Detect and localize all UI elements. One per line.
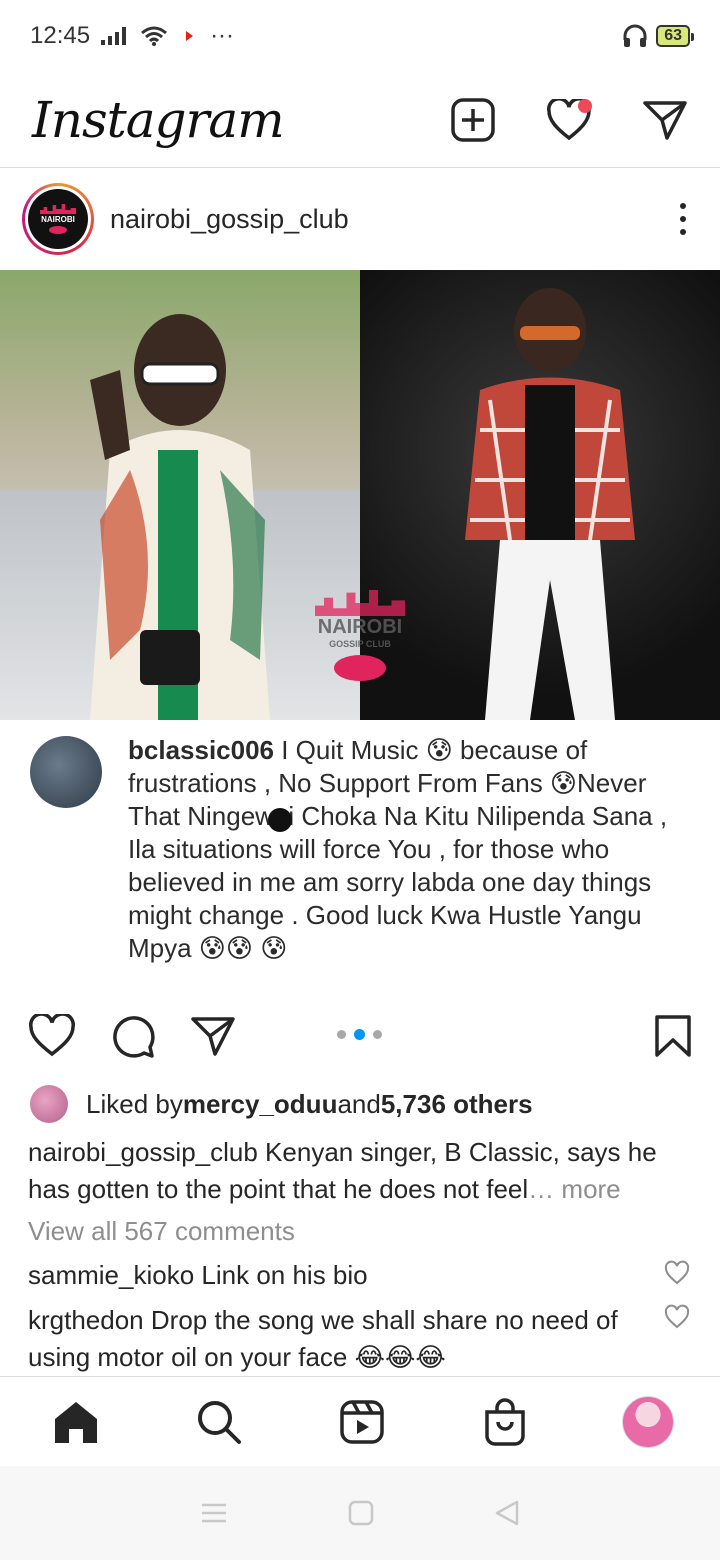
- back-icon[interactable]: [494, 1499, 520, 1527]
- menu-icon[interactable]: [200, 1501, 228, 1525]
- save-icon[interactable]: [654, 1014, 692, 1058]
- post-caption: nairobi_gossip_club Kenyan singer, B Cla…: [28, 1134, 698, 1208]
- watermark-subtitle: GOSSIP CLUB: [329, 639, 391, 649]
- status-bar: 12:45 ··· 63: [0, 0, 720, 72]
- reels-icon: [340, 1399, 384, 1444]
- battery-indicator: 63: [656, 25, 694, 47]
- post-author-avatar[interactable]: NAIROBI: [22, 183, 94, 255]
- comment-text: Link on his bio: [194, 1260, 368, 1290]
- photo-left-bclassic: [0, 270, 360, 720]
- new-post-icon: [451, 97, 495, 142]
- bottom-navigation: [0, 1376, 720, 1466]
- activity-button[interactable]: [546, 97, 592, 143]
- share-icon[interactable]: [190, 1015, 236, 1057]
- direct-message-icon: [643, 100, 687, 140]
- system-navigation-bar: [0, 1466, 720, 1560]
- comment-username[interactable]: krgthedon: [28, 1305, 144, 1335]
- watermark-title: NAIROBI: [317, 616, 403, 638]
- profile-avatar: [622, 1395, 674, 1448]
- quoted-body: I Quit Music 😰 because of frustrations ,…: [128, 735, 668, 963]
- liker-username[interactable]: mercy_oduu: [183, 1089, 338, 1120]
- likes-and: and: [337, 1088, 381, 1119]
- new-post-button[interactable]: [450, 97, 496, 143]
- notification-dot: [578, 98, 592, 113]
- caption-username[interactable]: nairobi_gossip_club: [28, 1137, 258, 1167]
- comment-icon[interactable]: [110, 1013, 156, 1059]
- signal-icon: [101, 27, 127, 45]
- post-more-options-button[interactable]: [668, 194, 698, 244]
- nav-home[interactable]: [48, 1394, 104, 1450]
- nav-shop[interactable]: [477, 1394, 533, 1450]
- post-image[interactable]: NAIROBI GOSSIP CLUB: [0, 270, 720, 720]
- likes-summary[interactable]: Liked by mercy_oduu and 5,736 others: [30, 1084, 533, 1124]
- status-time: 12:45: [30, 22, 91, 49]
- comment-like-icon[interactable]: [664, 1304, 690, 1330]
- quoted-username: bclassic006: [128, 735, 275, 765]
- carousel-indicator: [337, 1029, 382, 1040]
- post-header: NAIROBI nairobi_gossip_club: [0, 168, 720, 270]
- nav-reels[interactable]: [334, 1394, 390, 1450]
- watermark-logo: NAIROBI GOSSIP CLUB: [310, 590, 410, 690]
- touch-indicator: [268, 808, 292, 832]
- liker-avatar: [30, 1085, 68, 1123]
- likes-prefix: Liked by: [86, 1088, 183, 1119]
- quoted-text: bclassic006 I Quit Music 😰 because of fr…: [128, 734, 668, 990]
- caption-ellipsis: …: [528, 1174, 562, 1204]
- youtube-notification-icon: [178, 28, 201, 44]
- comment-item: sammie_kioko Link on his bio: [28, 1257, 648, 1294]
- likes-count[interactable]: 5,736 others: [381, 1089, 533, 1120]
- carousel-dot-active: [354, 1029, 365, 1040]
- view-all-comments-link[interactable]: View all 567 comments: [28, 1216, 295, 1247]
- quoted-user-avatar: [30, 736, 102, 808]
- direct-message-button[interactable]: [642, 97, 688, 143]
- app-header: Instagram: [0, 72, 720, 168]
- search-icon: [198, 1400, 241, 1444]
- carousel-dot: [373, 1030, 382, 1039]
- quoted-post[interactable]: bclassic006 I Quit Music 😰 because of fr…: [0, 720, 720, 990]
- headphones-icon: [623, 24, 647, 47]
- caption-more-link[interactable]: more: [561, 1174, 620, 1204]
- carousel-dot: [337, 1030, 346, 1039]
- post-username[interactable]: nairobi_gossip_club: [110, 204, 349, 235]
- photo-right-bclassic: [360, 270, 720, 720]
- instagram-logo[interactable]: Instagram: [32, 91, 285, 149]
- shop-icon: [485, 1397, 525, 1446]
- wifi-icon: [141, 26, 168, 46]
- home-button-icon[interactable]: [348, 1500, 374, 1526]
- comment-username[interactable]: sammie_kioko: [28, 1260, 194, 1290]
- comment-item: krgthedon Drop the song we shall share n…: [28, 1302, 648, 1376]
- like-icon[interactable]: [28, 1014, 76, 1058]
- battery-level: 63: [664, 27, 682, 44]
- nav-profile[interactable]: [620, 1394, 676, 1450]
- status-overflow: ···: [210, 22, 235, 49]
- comment-like-icon[interactable]: [664, 1260, 690, 1286]
- home-icon: [55, 1401, 97, 1443]
- nav-search[interactable]: [191, 1394, 247, 1450]
- nairobi-gossip-club-logo: NAIROBI: [28, 189, 88, 249]
